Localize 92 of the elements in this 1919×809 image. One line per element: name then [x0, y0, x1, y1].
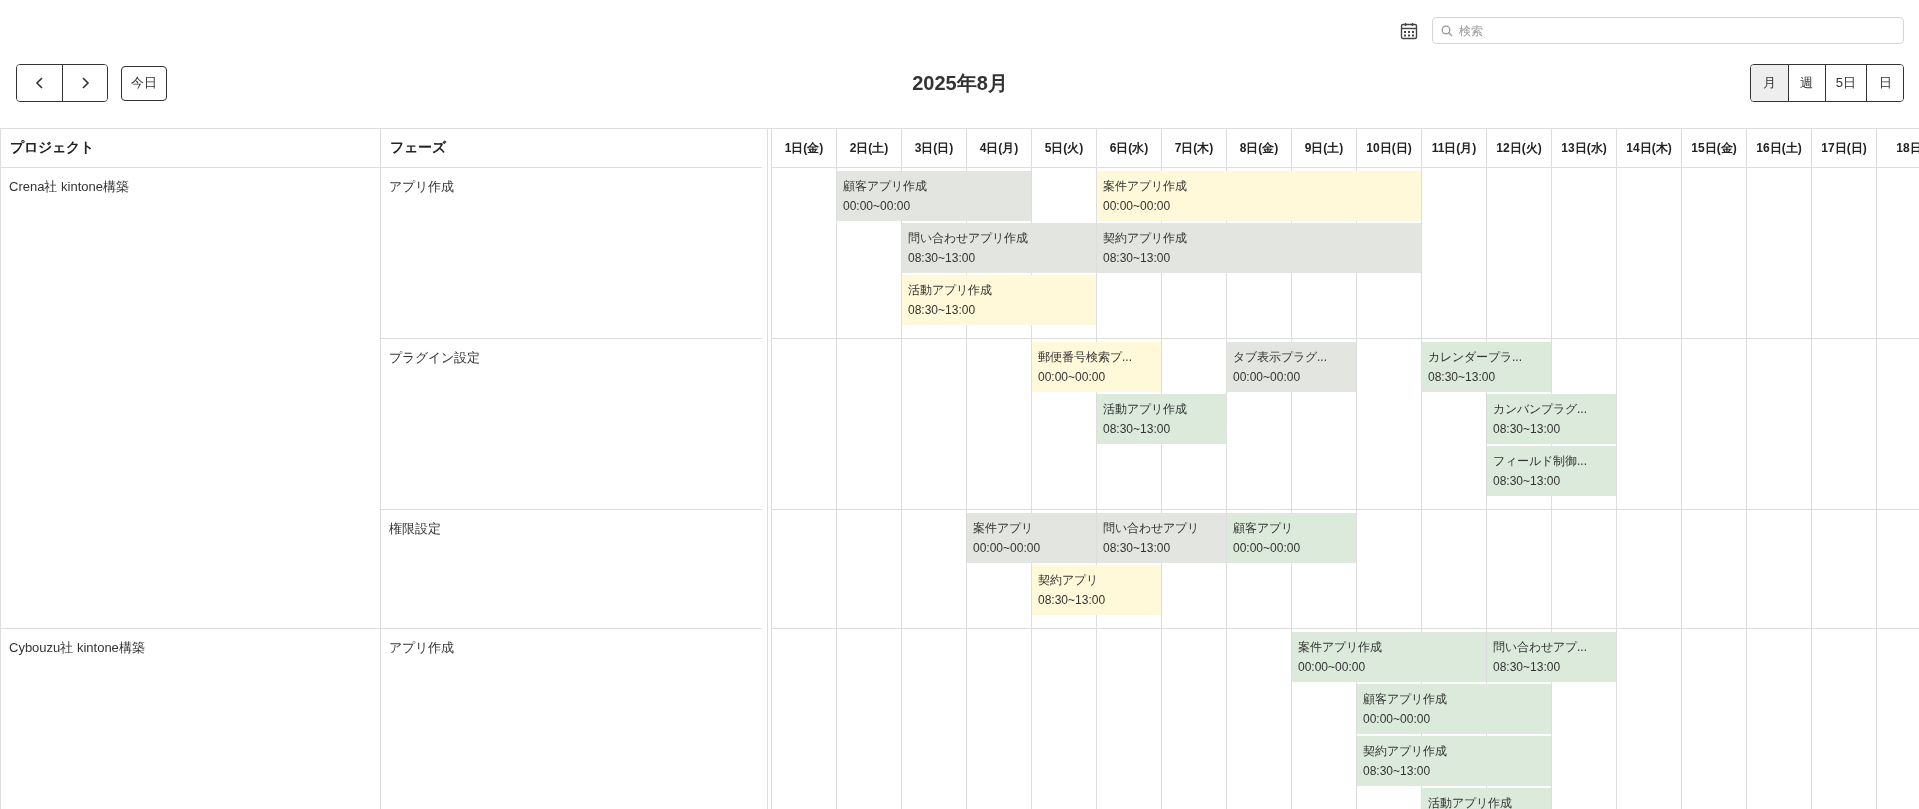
event-time: 08:30~13:00	[1363, 763, 1431, 780]
event-title: 案件アプリ作成	[1103, 178, 1187, 195]
event-time: 08:30~13:00	[1103, 250, 1171, 267]
event-title: 契約アプリ作成	[1363, 743, 1447, 760]
column-header: プロジェクト	[0, 129, 381, 168]
event-time: 08:30~13:00	[1493, 473, 1561, 490]
phase-name: アプリ作成	[389, 178, 454, 196]
phase-name: プラグイン設定	[389, 349, 480, 367]
event-bar[interactable]: 活動アプリ作成	[1422, 788, 1551, 809]
day-header: 5日(火)	[1044, 139, 1084, 157]
view-tab[interactable]: 日	[1866, 65, 1903, 101]
day-header: 7日(木)	[1174, 139, 1214, 157]
day-header: 8日(金)	[1239, 139, 1279, 157]
event-time: 08:30~13:00	[1428, 369, 1496, 386]
event-title: 顧客アプリ作成	[1363, 691, 1447, 708]
event-time: 00:00~00:00	[1103, 198, 1171, 215]
event-time: 08:30~13:00	[908, 250, 976, 267]
event-bar[interactable]: 郵便番号検索プ... 00:00~00:00	[1032, 342, 1161, 392]
event-title: 案件アプリ	[973, 520, 1033, 537]
event-time: 00:00~00:00	[1363, 711, 1431, 728]
today-button[interactable]: 今日	[121, 65, 167, 101]
day-header: 12日(火)	[1496, 139, 1542, 157]
event-title: 顧客アプリ作成	[843, 178, 927, 195]
day-header: 6日(水)	[1109, 139, 1149, 157]
event-bar[interactable]: 問い合わせアプ... 08:30~13:00	[1487, 632, 1616, 682]
calendar-icon[interactable]	[1400, 21, 1418, 40]
event-bar[interactable]: 契約アプリ作成 08:30~13:00	[1357, 736, 1551, 786]
event-bar[interactable]: 問い合わせアプリ作成 08:30~13:00	[902, 223, 1096, 273]
day-header: 10日(日)	[1366, 139, 1412, 157]
event-bar[interactable]: 問い合わせアプリ 08:30~13:00	[1097, 513, 1226, 563]
event-bar[interactable]: 顧客アプリ作成 00:00~00:00	[837, 171, 1031, 221]
project-name: Crena社 kintone構築	[9, 178, 129, 196]
day-header: 15日(金)	[1691, 139, 1737, 157]
event-time: 08:30~13:00	[1038, 592, 1106, 609]
column-header: フェーズ	[381, 129, 762, 168]
event-time: 00:00~00:00	[1233, 369, 1301, 386]
event-bar[interactable]: 顧客アプリ 00:00~00:00	[1227, 513, 1356, 563]
day-header: 14日(木)	[1626, 139, 1672, 157]
event-title: 顧客アプリ	[1233, 520, 1293, 537]
event-time: 08:30~13:00	[908, 302, 976, 319]
day-header: 17日(日)	[1821, 139, 1867, 157]
event-bar[interactable]: カンバンプラグ... 08:30~13:00	[1487, 394, 1616, 444]
project-name: Cybouzu社 kintone構築	[9, 639, 145, 657]
event-bar[interactable]: 契約アプリ作成 08:30~13:00	[1097, 223, 1421, 273]
event-bar[interactable]: 案件アプリ作成 00:00~00:00	[1097, 171, 1421, 221]
event-title: 活動アプリ作成	[908, 282, 992, 299]
day-header: 16日(土)	[1756, 139, 1802, 157]
event-title: 問い合わせアプリ作成	[908, 230, 1028, 247]
day-header: 9日(土)	[1304, 139, 1344, 157]
event-title: 契約アプリ	[1038, 572, 1098, 589]
event-bar[interactable]: 案件アプリ作成 00:00~00:00	[1292, 632, 1486, 682]
event-title: 問い合わせアプリ	[1103, 520, 1199, 537]
event-bar[interactable]: 案件アプリ 00:00~00:00	[967, 513, 1096, 563]
event-bar[interactable]: 契約アプリ 08:30~13:00	[1032, 565, 1161, 615]
event-time: 00:00~00:00	[973, 540, 1041, 557]
event-time: 08:30~13:00	[1103, 540, 1171, 557]
day-header: 2日(土)	[849, 139, 889, 157]
event-bar[interactable]: 活動アプリ作成 08:30~13:00	[1097, 394, 1226, 444]
search-field[interactable]: 検索	[1432, 17, 1904, 44]
event-time: 00:00~00:00	[1233, 540, 1301, 557]
event-bar[interactable]: カレンダープラ... 08:30~13:00	[1422, 342, 1551, 392]
day-header: 4日(月)	[979, 139, 1019, 157]
day-header: 13日(水)	[1561, 139, 1607, 157]
event-time: 08:30~13:00	[1103, 421, 1171, 438]
event-bar[interactable]: 活動アプリ作成 08:30~13:00	[902, 275, 1096, 325]
event-title: カレンダープラ...	[1428, 349, 1522, 366]
event-time: 08:30~13:00	[1493, 659, 1561, 676]
day-header: 18日	[1896, 139, 1919, 157]
event-title: タブ表示プラグ...	[1233, 349, 1327, 366]
event-time: 00:00~00:00	[1298, 659, 1366, 676]
event-time: 00:00~00:00	[1038, 369, 1106, 386]
event-title: 活動アプリ作成	[1103, 401, 1187, 418]
phase-name: アプリ作成	[389, 639, 454, 657]
month-title: 2025年8月	[912, 70, 1008, 96]
view-tab[interactable]: 月	[1750, 65, 1788, 101]
event-title: 郵便番号検索プ...	[1038, 349, 1132, 366]
event-title: 問い合わせアプ...	[1493, 639, 1587, 656]
event-bar[interactable]: 顧客アプリ作成 00:00~00:00	[1357, 684, 1551, 734]
phase-name: 権限設定	[389, 520, 441, 538]
day-header: 3日(日)	[914, 139, 954, 157]
event-time: 00:00~00:00	[843, 198, 911, 215]
event-time: 08:30~13:00	[1493, 421, 1561, 438]
event-title: 活動アプリ作成	[1428, 795, 1512, 809]
day-header: 1日(金)	[784, 139, 824, 157]
event-title: フィールド制御...	[1493, 453, 1587, 470]
next-button[interactable]	[62, 65, 107, 101]
day-header: 11日(月)	[1431, 139, 1477, 157]
event-title: 案件アプリ作成	[1298, 639, 1382, 656]
event-bar[interactable]: フィールド制御... 08:30~13:00	[1487, 446, 1616, 496]
event-title: カンバンプラグ...	[1493, 401, 1587, 418]
event-title: 契約アプリ作成	[1103, 230, 1187, 247]
event-bar[interactable]: タブ表示プラグ... 00:00~00:00	[1227, 342, 1356, 392]
